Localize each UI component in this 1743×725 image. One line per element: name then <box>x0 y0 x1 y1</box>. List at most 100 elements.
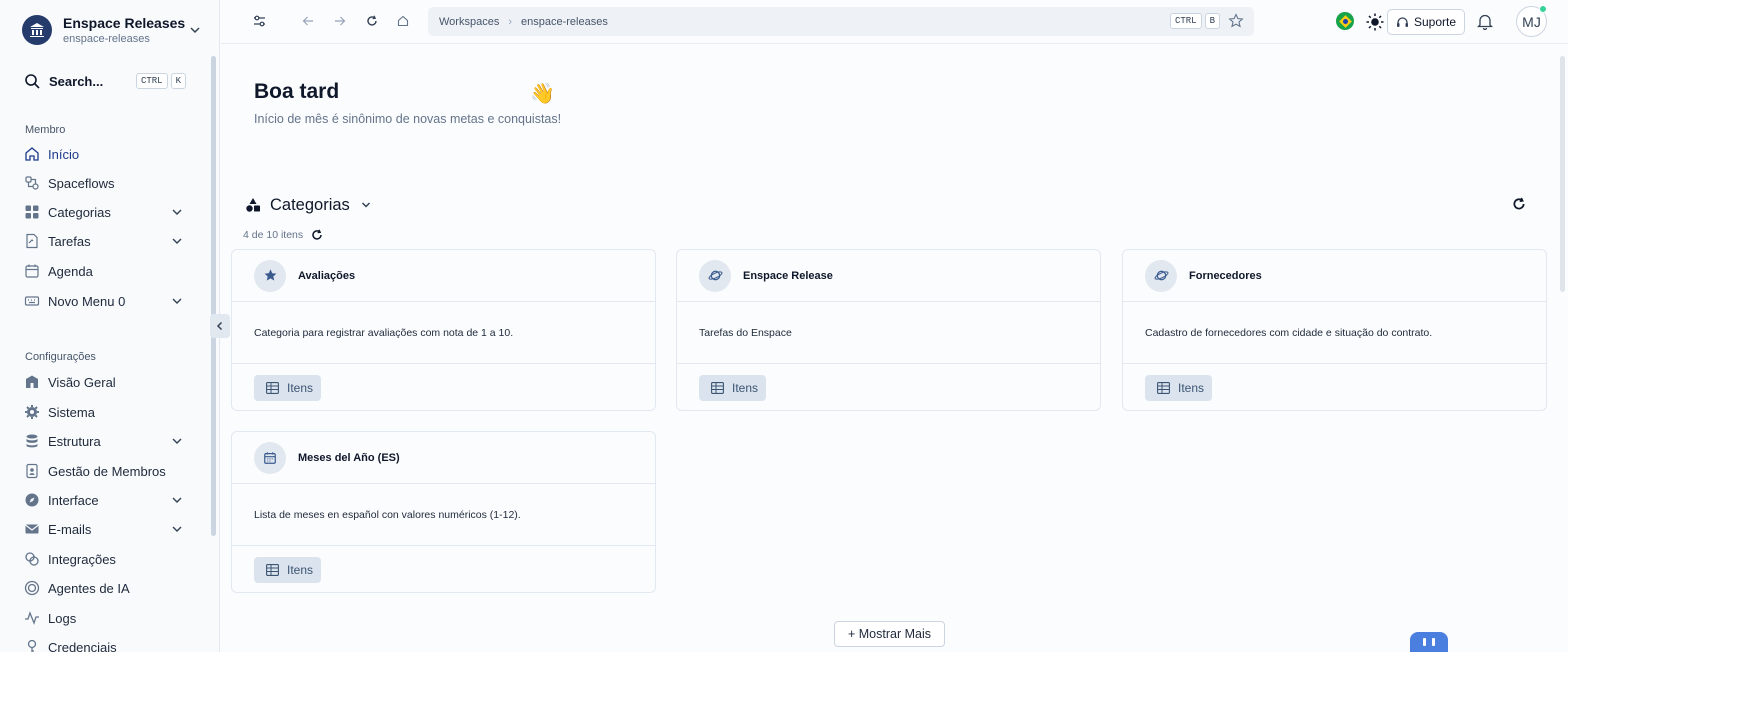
bell-icon[interactable] <box>1477 13 1493 30</box>
sidebar-item-inicio[interactable]: Início <box>24 143 184 165</box>
sidebar-item-agentes-de-ia[interactable]: Agentes de IA <box>24 577 184 599</box>
category-card-description: Lista de meses en español con valores nu… <box>232 484 655 546</box>
planet-icon <box>1145 259 1177 292</box>
kbd-k: K <box>170 73 186 89</box>
show-more-button[interactable]: + Mostrar Mais <box>834 621 945 647</box>
sidebar-item-label: Spaceflows <box>48 175 115 191</box>
home-icon[interactable] <box>396 14 410 28</box>
kbd-ctrl: CTRL <box>135 73 168 89</box>
sidebar-item-spaceflows[interactable]: Spaceflows <box>24 172 184 194</box>
category-card[interactable]: Meses del Año (ES) Lista de meses en esp… <box>231 431 656 593</box>
sidebar-item-label: Gestão de Membros <box>48 463 166 479</box>
sidebar-scrollbar[interactable] <box>211 56 216 536</box>
sun-icon[interactable] <box>1366 13 1384 31</box>
sidebar-item-sistema[interactable]: Sistema <box>24 401 184 423</box>
shapes-icon <box>246 198 260 212</box>
workspace-name: Enspace Releases <box>63 14 186 31</box>
sidebar-item-gestao-de-membros[interactable]: Gestão de Membros <box>24 460 184 482</box>
id-badge-icon <box>24 463 40 479</box>
chevron-down-icon[interactable] <box>170 234 184 248</box>
reload-icon[interactable] <box>365 14 379 28</box>
activity-icon <box>24 610 40 626</box>
sidebar-item-label: Sistema <box>48 404 95 420</box>
workspace-switcher[interactable]: Enspace Releases enspace-releases <box>22 13 202 47</box>
items-table-icon <box>266 381 279 394</box>
sidebar-item-label: Início <box>48 146 80 162</box>
sidebar-item-label: Interface <box>48 492 99 508</box>
star-outline-icon[interactable] <box>1228 13 1244 29</box>
chevron-down-icon[interactable] <box>170 205 184 219</box>
waving-hand-icon: 👋 <box>530 83 555 105</box>
key-icon <box>24 639 40 652</box>
categories-header[interactable]: Categorias <box>245 194 372 216</box>
category-card-title: Enspace Release <box>743 269 833 282</box>
refresh-icon[interactable] <box>311 229 323 241</box>
brazil-flag-icon[interactable] <box>1336 12 1354 30</box>
itens-button[interactable]: Itens <box>699 374 766 401</box>
sidebar-item-agenda[interactable]: Agenda <box>24 260 184 282</box>
support-button[interactable]: Suporte <box>1387 9 1465 35</box>
category-card-title: Avaliações <box>298 269 356 282</box>
sidebar-item-e-mails[interactable]: E-mails <box>24 518 184 540</box>
itens-button[interactable]: Itens <box>254 556 321 583</box>
refresh-icon[interactable] <box>1512 197 1526 211</box>
arrow-right-icon[interactable] <box>333 14 347 28</box>
building-icon <box>24 374 40 390</box>
sidebar-item-novo-menu-0[interactable]: Novo Menu 0 <box>24 290 184 312</box>
sidebar-item-tarefas[interactable]: Tarefas <box>24 230 184 252</box>
sidebar-item-label: Logs <box>48 610 77 626</box>
arrow-left-icon[interactable] <box>301 14 315 28</box>
chevron-down-icon[interactable] <box>170 294 184 308</box>
flow-icon <box>24 175 40 191</box>
sidebar: Enspace Releases enspace-releases Search… <box>0 0 220 652</box>
itens-button[interactable]: Itens <box>1145 374 1212 401</box>
sidebar-item-integracoes[interactable]: Integrações <box>24 548 184 570</box>
collapse-sidebar-button[interactable] <box>210 314 230 338</box>
breadcrumb-separator-icon: › <box>508 15 512 28</box>
address-bar[interactable]: Workspaces › enspace-releases CTRL B <box>428 7 1254 36</box>
category-card[interactable]: Enspace Release Tarefas do Enspace Itens <box>676 249 1101 411</box>
app-window: Enspace Releases enspace-releases Search… <box>0 0 1568 652</box>
main-scrollbar[interactable] <box>1560 56 1565 292</box>
kbd-b: B <box>1204 13 1220 29</box>
itens-label: Itens <box>1178 380 1205 395</box>
sidebar-item-visao-geral[interactable]: Visão Geral <box>24 371 184 393</box>
sidebar-item-label: E-mails <box>48 521 92 537</box>
breadcrumb-current[interactable]: enspace-releases <box>521 16 608 28</box>
workspace-slug: enspace-releases <box>63 32 150 45</box>
sidebar-item-logs[interactable]: Logs <box>24 607 184 629</box>
sidebar-item-estrutura[interactable]: Estrutura <box>24 430 184 452</box>
section-title-membro: Membro <box>25 124 66 136</box>
chevron-down-icon[interactable] <box>360 199 372 211</box>
chevron-down-icon[interactable] <box>170 522 184 536</box>
sidebar-item-credenciais[interactable]: Credenciais <box>24 636 184 652</box>
category-card[interactable]: Avaliações Categoria para registrar aval… <box>231 249 656 411</box>
sidebar-item-interface[interactable]: Interface <box>24 489 184 511</box>
grid-icon <box>24 204 40 220</box>
calendar-icon <box>24 263 40 279</box>
headset-icon <box>1397 16 1408 27</box>
categories-count-label: 4 de 10 itens <box>243 229 304 241</box>
itens-button[interactable]: Itens <box>254 374 321 401</box>
sidebar-item-label: Tarefas <box>48 233 91 249</box>
database-icon <box>24 433 40 449</box>
chevron-down-icon[interactable] <box>170 493 184 507</box>
items-table-icon <box>711 381 724 394</box>
greeting-subtitle: Início de mês é sinônimo de novas metas … <box>254 112 562 126</box>
kbd-ctrl: CTRL <box>1169 13 1202 29</box>
sidebar-item-categorias[interactable]: Categorias <box>24 201 184 223</box>
top-bar: Workspaces › enspace-releases CTRL B Sup… <box>221 0 1568 44</box>
sidebar-item-label: Novo Menu 0 <box>48 293 126 309</box>
compass-icon <box>24 492 40 508</box>
search-button[interactable]: Search... CTRL K <box>24 71 186 91</box>
sliders-icon[interactable] <box>252 14 266 28</box>
mail-icon <box>24 521 40 537</box>
chevron-down-icon[interactable] <box>170 434 184 448</box>
breadcrumb-workspaces[interactable]: Workspaces <box>439 16 499 28</box>
sidebar-item-label: Credenciais <box>48 639 117 653</box>
search-icon <box>25 74 40 89</box>
chat-widget-button[interactable] <box>1410 632 1448 652</box>
itens-label: Itens <box>287 562 314 577</box>
category-card[interactable]: Fornecedores Cadastro de fornecedores co… <box>1122 249 1547 411</box>
sidebar-item-label: Agenda <box>48 263 93 279</box>
